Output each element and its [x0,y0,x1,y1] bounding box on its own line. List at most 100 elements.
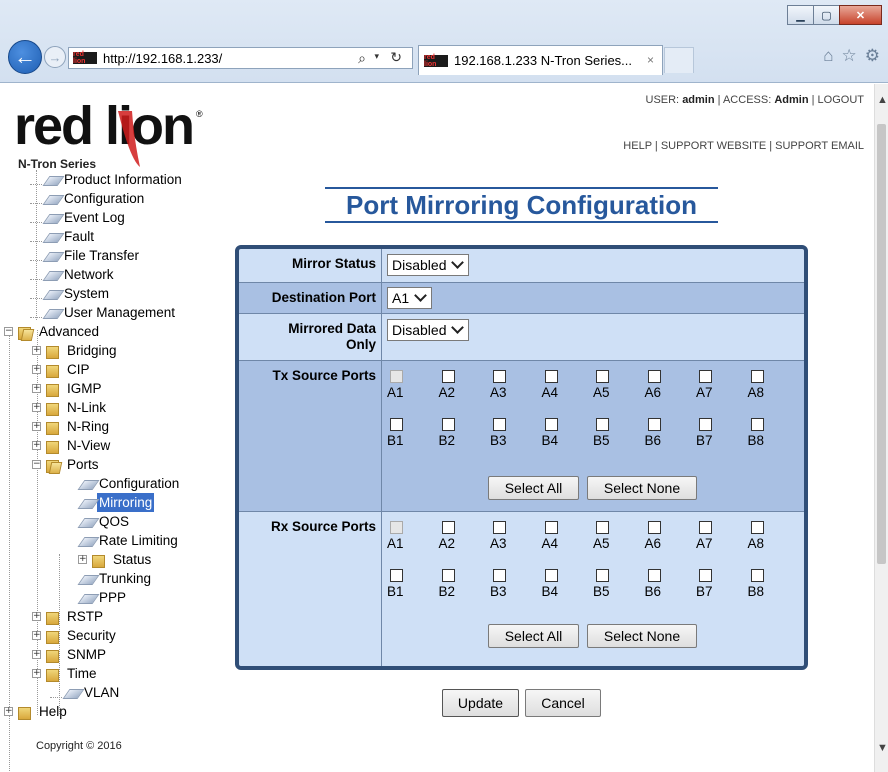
tx-port-checkbox[interactable] [390,418,403,431]
tree-item-time[interactable]: + Time [32,664,99,683]
tx-port-checkbox[interactable] [647,370,661,383]
tx-port-checkbox[interactable] [750,418,764,431]
tree-item-product-information[interactable]: Product Information [30,170,184,189]
chevron-down-icon[interactable]: ▾ [374,51,379,62]
tree-item-qos[interactable]: QOS [78,512,131,531]
support-email-link[interactable]: SUPPORT EMAIL [775,140,864,152]
destination-port-select[interactable]: A1 [387,287,433,309]
tree-item-n-link[interactable]: + N-Link [32,398,108,417]
support-website-link[interactable]: SUPPORT WEBSITE [661,140,766,152]
logout-link[interactable]: LOGOUT [818,94,864,106]
rx-port-checkbox[interactable] [596,569,609,582]
tx-select-none-button[interactable]: Select None [587,476,697,500]
rx-port-checkbox[interactable] [699,521,712,534]
maximize-icon[interactable]: ▢ [813,5,840,25]
rx-port-checkbox[interactable] [441,521,455,534]
tx-port-checkbox[interactable] [596,370,609,383]
expand-icon[interactable]: + [32,422,41,431]
expand-icon[interactable]: + [32,403,41,412]
expand-icon[interactable]: + [78,555,87,564]
address-bar[interactable]: red lion http://192.168.1.233/ ⌕ ▾ ↻ [68,47,413,69]
expand-icon[interactable]: + [32,669,41,678]
minimize-icon[interactable]: ▁ [787,5,814,25]
collapse-icon[interactable]: − [4,327,13,336]
gear-icon[interactable]: ⚙ [865,46,880,66]
rx-select-all-button[interactable]: Select All [488,624,579,648]
rx-port-checkbox[interactable] [750,569,764,582]
rx-port-checkbox[interactable] [596,521,609,534]
rx-port-checkbox[interactable] [544,569,558,582]
mirror-status-select[interactable]: Disabled [387,254,470,276]
tree-item-security[interactable]: + Security [32,626,118,645]
tx-port-checkbox[interactable] [699,418,712,431]
rx-port-checkbox[interactable] [647,521,661,534]
rx-port-checkbox[interactable] [544,521,558,534]
tree-item-mirroring[interactable]: Mirroring [78,493,155,512]
tree-item-file-transfer[interactable]: File Transfer [30,246,141,265]
rx-port-checkbox[interactable] [390,569,403,582]
scrollbar-thumb[interactable] [877,124,886,564]
rx-select-none-button[interactable]: Select None [587,624,697,648]
expand-icon[interactable]: + [32,612,41,621]
tx-port-checkbox[interactable] [596,418,609,431]
tx-port-checkbox[interactable] [493,418,506,431]
tree-item-igmp[interactable]: + IGMP [32,379,104,398]
expand-icon[interactable]: + [4,707,13,716]
forward-arrow-icon[interactable]: → [44,46,66,68]
tab-close-icon[interactable]: × [647,53,654,67]
tree-item-status[interactable]: + Status [78,550,153,569]
tree-item-snmp[interactable]: + SNMP [32,645,108,664]
tree-item-help[interactable]: + Help [4,702,69,721]
rx-port-checkbox[interactable] [493,569,506,582]
tree-item-vlan[interactable]: VLAN [50,683,121,702]
tree-item-rstp[interactable]: + RSTP [32,607,105,626]
expand-icon[interactable]: + [32,346,41,355]
star-icon[interactable]: ☆ [842,46,857,66]
tree-item-system[interactable]: System [30,284,111,303]
new-tab-button[interactable] [664,47,694,73]
help-link[interactable]: HELP [623,140,652,152]
vertical-scrollbar[interactable]: ▲ ▼ [874,84,888,772]
expand-icon[interactable]: + [32,631,41,640]
expand-icon[interactable]: + [32,384,41,393]
cancel-button[interactable]: Cancel [525,689,601,717]
tx-port-checkbox[interactable] [544,370,558,383]
tree-item-n-ring[interactable]: + N-Ring [32,417,111,436]
expand-icon[interactable]: + [32,650,41,659]
tree-item-bridging[interactable]: + Bridging [32,341,119,360]
mirrored-data-only-select[interactable]: Disabled [387,319,470,341]
rx-port-checkbox[interactable] [441,569,455,582]
tree-item-user-management[interactable]: User Management [30,303,177,322]
home-icon[interactable]: ⌂ [823,46,833,66]
refresh-icon[interactable]: ↻ [390,49,402,66]
chevron-down-icon[interactable]: ▼ [877,742,888,754]
tx-port-checkbox[interactable] [441,418,455,431]
browser-tab[interactable]: red lion 192.168.1.233 N-Tron Series... … [418,45,663,75]
tree-item-trunking[interactable]: Trunking [78,569,153,588]
expand-icon[interactable]: + [32,365,41,374]
tree-item-ports[interactable]: − Ports [32,455,101,474]
tx-port-checkbox[interactable] [750,370,764,383]
rx-port-checkbox[interactable] [493,521,506,534]
tree-item-fault[interactable]: Fault [30,227,96,246]
close-icon[interactable]: ✕ [839,5,882,25]
tree-item-network[interactable]: Network [30,265,116,284]
tx-port-checkbox[interactable] [493,370,506,383]
chevron-up-icon[interactable]: ▲ [877,94,888,106]
tx-port-checkbox[interactable] [647,418,661,431]
tx-port-checkbox[interactable] [544,418,558,431]
search-icon[interactable]: ⌕ [358,50,366,67]
rx-port-checkbox[interactable] [647,569,661,582]
tree-item-n-view[interactable]: + N-View [32,436,112,455]
tree-item-cip[interactable]: + CIP [32,360,92,379]
expand-icon[interactable]: + [32,441,41,450]
back-arrow-icon[interactable]: ← [8,40,42,74]
tree-item-ports-configuration[interactable]: Configuration [78,474,181,493]
tree-item-ppp[interactable]: PPP [78,588,128,607]
tree-item-advanced[interactable]: − Advanced [4,322,101,341]
tree-item-event-log[interactable]: Event Log [30,208,127,227]
update-button[interactable]: Update [442,689,519,717]
rx-port-checkbox[interactable] [750,521,764,534]
tx-select-all-button[interactable]: Select All [488,476,579,500]
tree-item-configuration[interactable]: Configuration [30,189,146,208]
